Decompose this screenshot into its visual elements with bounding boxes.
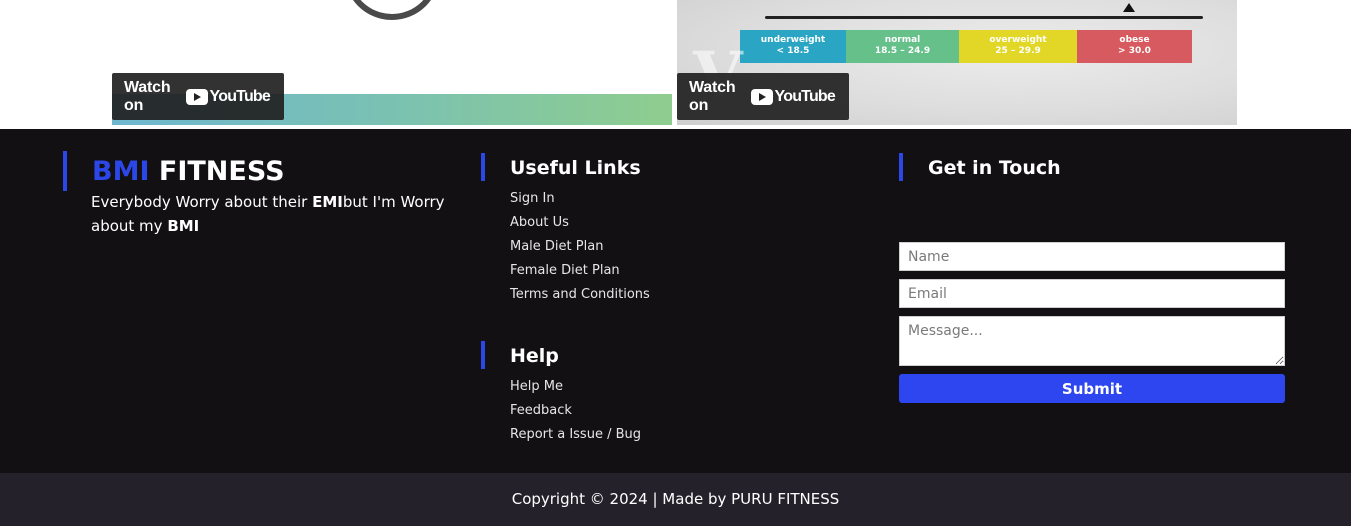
youtube-play-icon (185, 88, 208, 105)
footer-link-terms[interactable]: Terms and Conditions (510, 283, 650, 307)
bmi-category-bar: underweight < 18.5 normal 18.5 – 24.9 ov… (740, 30, 1192, 63)
watch-on-label: Watch on (124, 78, 171, 114)
copyright-bar: Copyright © 2024 | Made by PURU FITNESS (0, 473, 1351, 526)
youtube-wordmark: YouTube (774, 87, 836, 105)
help-links-list: Help Me Feedback Report a Issue / Bug (510, 375, 641, 447)
watch-on-label: Watch on (689, 78, 736, 114)
submit-button[interactable]: Submit (899, 374, 1285, 403)
footer-link-help-me[interactable]: Help Me (510, 375, 641, 399)
footer-link-sign-in[interactable]: Sign In (510, 187, 650, 211)
watch-on-youtube-button-right[interactable]: Watch on YouTube (677, 73, 849, 120)
youtube-play-icon (750, 88, 773, 105)
video-thumbnail-ring (344, 0, 440, 20)
copyright-text: Copyright © 2024 | Made by PURU FITNESS (511, 490, 840, 508)
bmi-scale-line (765, 16, 1203, 19)
useful-links-accent-bar (481, 153, 485, 181)
bmi-segment-name: overweight (989, 35, 1047, 45)
brand-title-accent: BMI (92, 156, 150, 187)
bmi-segment-name: normal (884, 35, 921, 45)
site-footer: BMI FITNESS Everybody Worry about their … (0, 129, 1351, 473)
bmi-scale-pointer-icon (1123, 3, 1135, 12)
brand-title: BMI FITNESS (92, 155, 285, 189)
tagline-part: Everybody Worry about their (91, 193, 313, 211)
useful-links-heading: Useful Links (510, 157, 641, 179)
bmi-segment-obese: obese > 30.0 (1077, 30, 1192, 63)
help-accent-bar (481, 341, 485, 369)
useful-links-list: Sign In About Us Male Diet Plan Female D… (510, 187, 650, 307)
name-field[interactable] (899, 242, 1285, 271)
bmi-segment-range: < 18.5 (776, 46, 810, 56)
get-in-touch-heading: Get in Touch (928, 157, 1061, 179)
bmi-segment-name: obese (1119, 35, 1150, 45)
get-in-touch-accent-bar (899, 153, 903, 181)
bmi-segment-underweight: underweight < 18.5 (740, 30, 846, 63)
message-field[interactable] (899, 316, 1285, 366)
tagline-emphasis: BMI (167, 217, 200, 235)
brand-tagline: Everybody Worry about their EMIbut I'm W… (91, 190, 451, 238)
youtube-logo: YouTube (185, 87, 271, 106)
contact-form: Submit (899, 242, 1285, 403)
footer-link-feedback[interactable]: Feedback (510, 399, 641, 423)
bmi-segment-range: 25 – 29.9 (995, 46, 1041, 56)
brand-title-rest: FITNESS (149, 156, 285, 187)
youtube-wordmark: YouTube (209, 87, 271, 105)
footer-link-male-diet-plan[interactable]: Male Diet Plan (510, 235, 650, 259)
brand-accent-bar (63, 151, 67, 191)
footer-link-female-diet-plan[interactable]: Female Diet Plan (510, 259, 650, 283)
video-strip: underweight < 18.5 normal 18.5 – 24.9 ov… (0, 0, 1351, 129)
bmi-segment-range: 18.5 – 24.9 (874, 46, 931, 56)
watch-on-youtube-button-left[interactable]: Watch on YouTube (112, 73, 284, 120)
bmi-segment-normal: normal 18.5 – 24.9 (846, 30, 959, 63)
tagline-emphasis: EMI (312, 193, 343, 211)
email-field[interactable] (899, 279, 1285, 308)
youtube-logo: YouTube (750, 87, 836, 106)
help-heading: Help (510, 345, 559, 367)
bmi-segment-name: underweight (760, 35, 826, 45)
footer-link-about-us[interactable]: About Us (510, 211, 650, 235)
bmi-segment-range: > 30.0 (1118, 46, 1151, 56)
bmi-segment-overweight: overweight 25 – 29.9 (959, 30, 1077, 63)
footer-link-report-issue[interactable]: Report a Issue / Bug (510, 423, 641, 447)
